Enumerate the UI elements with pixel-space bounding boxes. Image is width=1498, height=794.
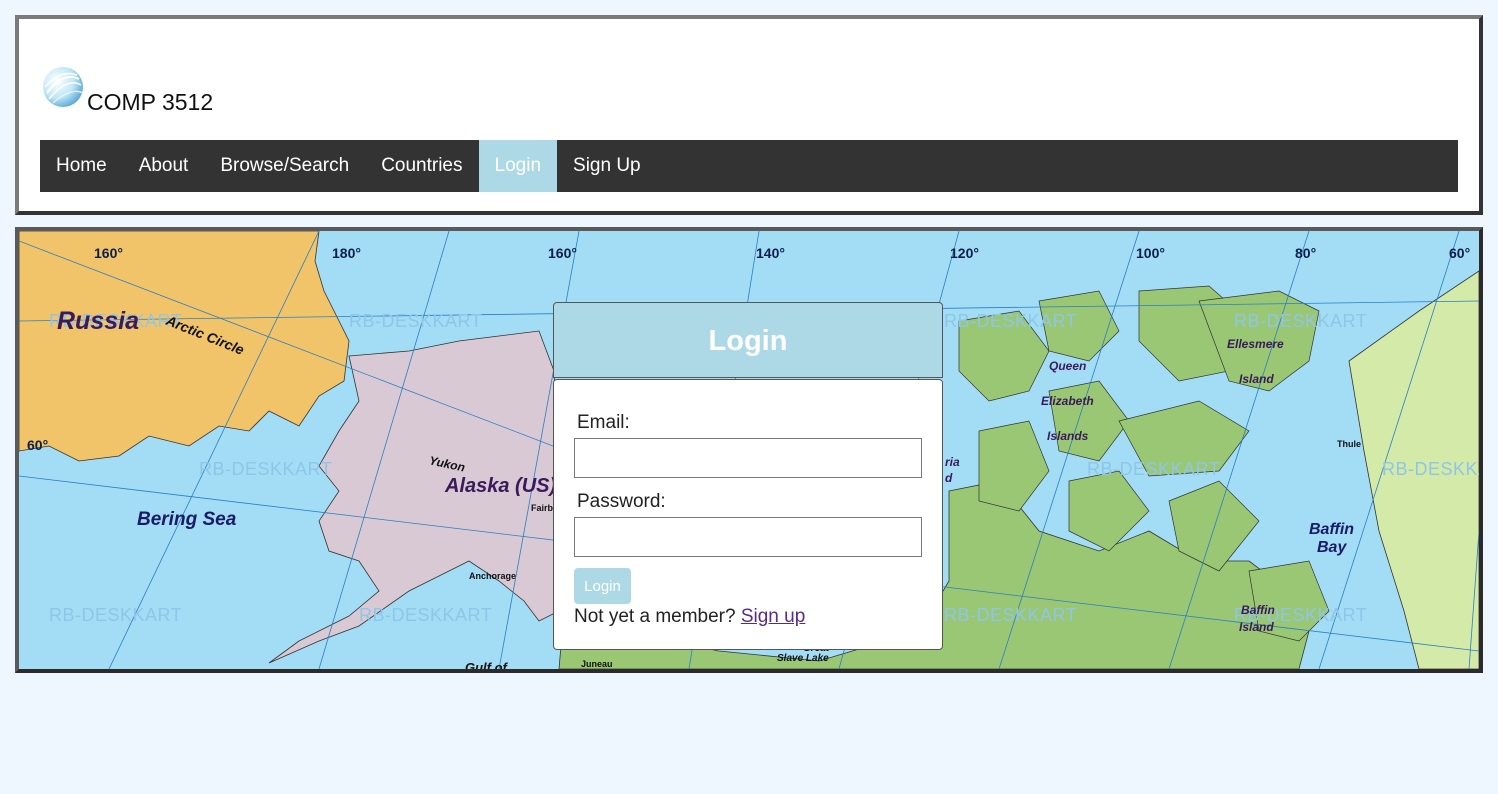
map-label-islands: Islands bbox=[1047, 429, 1089, 443]
nav-sign-up[interactable]: Sign Up bbox=[557, 140, 657, 192]
degree-label: 140° bbox=[756, 245, 785, 261]
map-label-ellesmere: Ellesmere bbox=[1227, 337, 1284, 351]
degree-label: 180° bbox=[332, 245, 361, 261]
degree-label: 100° bbox=[1136, 245, 1165, 261]
map-watermark: RB-DESKKART bbox=[349, 311, 483, 331]
degree-label: 120° bbox=[950, 245, 979, 261]
login-title: Login bbox=[553, 302, 943, 378]
nav-browse-search[interactable]: Browse/Search bbox=[204, 140, 365, 192]
map-watermark: RB-DESKKART bbox=[944, 311, 1078, 331]
signup-prompt: Not yet a member? Sign up bbox=[574, 606, 805, 628]
degree-label: 80° bbox=[1295, 245, 1317, 261]
main-nav: Home About Browse/Search Countries Login… bbox=[40, 140, 1458, 192]
map-label-fairbanks: Fairb bbox=[531, 503, 554, 513]
map-watermark: RB-DESKKART bbox=[944, 605, 1078, 625]
map-watermark: RB-DESKKART bbox=[1382, 459, 1479, 479]
email-field[interactable] bbox=[574, 438, 922, 478]
password-field[interactable] bbox=[574, 517, 922, 557]
nav-login[interactable]: Login bbox=[478, 140, 558, 192]
site-title: COMP 3512 bbox=[87, 89, 214, 115]
map-watermark: RB-DESKKART bbox=[199, 459, 333, 479]
member-text: Not yet a member? bbox=[574, 606, 741, 627]
nav-countries[interactable]: Countries bbox=[365, 140, 478, 192]
map-label-victoria: d bbox=[945, 471, 953, 485]
email-label: Email: bbox=[577, 412, 630, 433]
map-label-baffin-bay: Bay bbox=[1317, 539, 1347, 556]
site-header: COMP 3512 Home About Browse/Search Count… bbox=[15, 15, 1483, 215]
nav-about[interactable]: About bbox=[123, 140, 205, 192]
globe-logo-icon bbox=[43, 67, 84, 107]
login-form: Email: Password: Login Not yet a member?… bbox=[553, 379, 943, 650]
degree-label: 160° bbox=[548, 245, 577, 261]
map-watermark: RB-DESKKART bbox=[49, 605, 183, 625]
map-label-queen: Queen bbox=[1049, 359, 1087, 373]
map-label-gulf: Gulf of bbox=[465, 660, 507, 673]
map-label-elizabeth: Elizabeth bbox=[1041, 394, 1094, 408]
map-label-slave-lake: Slave Lake bbox=[777, 653, 829, 664]
map-label-juneau: Juneau bbox=[581, 659, 613, 669]
map-watermark: RB-DESKKART bbox=[359, 605, 493, 625]
map-label-anchorage: Anchorage bbox=[469, 571, 517, 581]
map-watermark: RB-DESKKART bbox=[1234, 311, 1368, 331]
map-label-baffin-island: Island bbox=[1239, 620, 1274, 634]
map-label-baffin-bay: Baffin bbox=[1309, 521, 1355, 538]
signup-link[interactable]: Sign up bbox=[741, 606, 805, 627]
map-label-bering-sea: Bering Sea bbox=[137, 509, 237, 530]
map-label-victoria: ria bbox=[945, 455, 960, 469]
nav-home[interactable]: Home bbox=[40, 140, 123, 192]
degree-label: 60° bbox=[1449, 245, 1471, 261]
login-card: Login Email: Password: Login Not yet a m… bbox=[553, 302, 943, 650]
map-label-baffin-island: Baffin bbox=[1241, 603, 1275, 617]
login-button[interactable]: Login bbox=[574, 568, 631, 604]
map-label-thule: Thule bbox=[1337, 439, 1361, 449]
map-label-alaska: Alaska (US) bbox=[445, 475, 557, 497]
degree-label: 160° bbox=[94, 245, 123, 261]
latitude-label: 60° bbox=[27, 437, 49, 453]
map-label-island: Island bbox=[1239, 372, 1274, 386]
map-watermark: RB-DESKKART bbox=[1087, 459, 1221, 479]
password-label: Password: bbox=[577, 491, 666, 512]
map-label-russia: Russia bbox=[57, 307, 139, 335]
